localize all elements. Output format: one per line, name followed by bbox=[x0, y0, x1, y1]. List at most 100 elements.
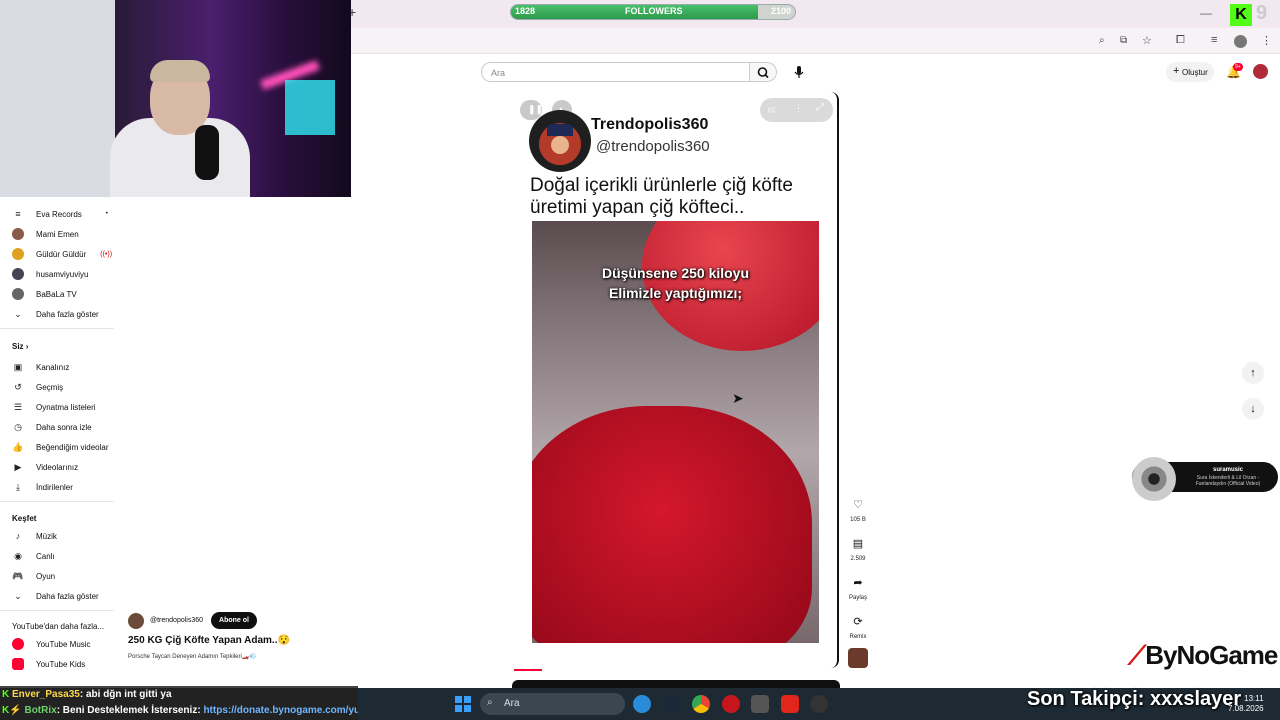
taskbar-search[interactable]: ⌕ Ara bbox=[480, 693, 625, 715]
divider bbox=[0, 501, 114, 502]
channel-avatar[interactable] bbox=[128, 612, 144, 629]
like-count: 105 B bbox=[850, 517, 866, 523]
reading-list-icon[interactable]: ≡ bbox=[1211, 34, 1217, 46]
trendopolis-logo bbox=[529, 110, 591, 172]
more-from-youtube-header: YouTube'dan daha fazla... bbox=[12, 622, 105, 631]
youtube-kids-icon bbox=[12, 658, 24, 670]
sidebar-item-your-channel[interactable]: ▣ Kanalınız bbox=[12, 359, 70, 375]
more-options-icon[interactable]: ⋮ bbox=[794, 103, 803, 114]
download-icon: ⤓ bbox=[16, 481, 20, 492]
captions-icon[interactable]: ㏄ bbox=[768, 104, 776, 115]
channel-avatar bbox=[12, 248, 24, 260]
video-progress-bar[interactable] bbox=[514, 669, 542, 671]
account-avatar[interactable] bbox=[1253, 64, 1268, 79]
arrow-down-icon: ↓ bbox=[1250, 403, 1256, 415]
vinyl-disc-icon bbox=[1132, 457, 1176, 501]
channel-avatar bbox=[12, 268, 24, 280]
followers-goal-bar: 1828 FOLLOWERS 2100 bbox=[510, 4, 796, 20]
clock-icon: ◷ bbox=[14, 421, 22, 432]
previous-video-button[interactable]: ↑ bbox=[1242, 362, 1264, 384]
chat-message: K Enver_Pasa35: abi dğn int gitti ya bbox=[2, 689, 172, 700]
profile-avatar[interactable] bbox=[1234, 35, 1247, 48]
related-video-link[interactable]: Porsche Taycan Deneyen Adamın Tepkileri🏎… bbox=[128, 653, 257, 660]
opera-icon[interactable] bbox=[722, 695, 740, 713]
sidebar-item-music[interactable]: ♪ Müzik bbox=[12, 528, 57, 544]
live-icon: ◉ bbox=[14, 550, 22, 561]
channel-handle[interactable]: @trendopolis360 bbox=[150, 617, 203, 624]
followers-goal: 2100 bbox=[770, 6, 791, 16]
remix-label: Remix bbox=[849, 634, 867, 640]
app-icon[interactable] bbox=[781, 695, 799, 713]
remix-button[interactable]: ⟳ Remix bbox=[848, 611, 868, 641]
sidebar-item-babala-tv[interactable]: BaBaLa TV bbox=[12, 286, 77, 302]
bookmark-star-icon[interactable]: ☆ bbox=[1142, 34, 1152, 47]
sidebar-item-watch-later[interactable]: ◷ Daha sonra izle bbox=[12, 419, 92, 435]
post-caption: Doğal içerikli ürünlerle çiğ köfte üreti… bbox=[530, 175, 793, 218]
next-video-button[interactable]: ↓ bbox=[1242, 398, 1264, 420]
obs-window-icon[interactable] bbox=[751, 695, 769, 713]
chat-message: K⚡ BotRix: Beni Desteklemek İsterseniz: … bbox=[2, 705, 383, 716]
chrome-icon[interactable] bbox=[692, 695, 710, 713]
fullscreen-icon[interactable]: ⤢ bbox=[816, 102, 824, 113]
show-more-subscriptions[interactable]: ⌄ Daha fazla göster bbox=[12, 306, 98, 322]
sidebar-item-your-videos[interactable]: ▶ Videolarınız bbox=[12, 459, 79, 475]
search-icon: ⌕ bbox=[487, 697, 493, 708]
sidebar-item-liked-videos[interactable]: 👍 Beğendiğim videolar bbox=[12, 439, 108, 455]
zoom-icon[interactable]: ⌕ bbox=[1099, 35, 1105, 46]
channel-avatar bbox=[12, 228, 24, 240]
notification-count-badge: 9+ bbox=[1233, 63, 1243, 71]
sidebar-item-eva-records[interactable]: ≡ Eva Records • bbox=[12, 206, 108, 222]
sidebar-item-playlists[interactable]: ☰ Oynatma listeleri bbox=[12, 399, 96, 415]
last-follower-text: Son Takipçi: xxxslayer bbox=[1027, 688, 1242, 710]
divider bbox=[0, 328, 114, 329]
obs-icon[interactable] bbox=[810, 695, 828, 713]
plus-icon: + bbox=[1173, 65, 1180, 77]
followers-current: 1828 bbox=[515, 6, 536, 16]
share-button[interactable]: ➦ Paylaş bbox=[848, 572, 868, 602]
like-icon: 👍 bbox=[12, 441, 24, 452]
create-label: Oluştur bbox=[1182, 68, 1208, 77]
bynogame-mark-icon: ⟋ bbox=[1128, 640, 1146, 670]
sidebar-item-guldur-guldur[interactable]: Güldür Güldür ((•)) bbox=[12, 246, 112, 262]
comments-button[interactable]: ▤ 2.509 bbox=[848, 533, 868, 563]
new-content-dot: • bbox=[105, 211, 108, 217]
voice-search-button[interactable] bbox=[789, 62, 809, 82]
subscribe-button[interactable]: Abone ol bbox=[211, 612, 257, 629]
search-button[interactable] bbox=[750, 62, 777, 82]
extensions-icon[interactable]: ⧠ bbox=[1176, 34, 1185, 47]
search-input[interactable]: Ara bbox=[481, 62, 750, 82]
sidebar-item-gaming[interactable]: 🎮 Oyun bbox=[12, 568, 55, 584]
windows-start-icon[interactable] bbox=[455, 696, 471, 712]
system-clock[interactable]: 13:11 7.08.2026 bbox=[1228, 694, 1264, 714]
player-controls: ㏄ ⋮ ⤢ bbox=[760, 98, 833, 122]
edge-icon[interactable] bbox=[633, 695, 651, 713]
sidebar-item-youtube-music[interactable]: YouTube Music bbox=[12, 636, 91, 652]
share-icon: ➦ bbox=[853, 576, 863, 589]
create-button[interactable]: + Oluştur bbox=[1166, 62, 1214, 82]
live-icon: ((•)) bbox=[100, 250, 113, 258]
video-title[interactable]: 250 KG Çiğ Köfte Yapan Adam..😯 bbox=[128, 635, 290, 646]
next-video-preview[interactable] bbox=[512, 680, 840, 688]
remix-icon: ⟳ bbox=[853, 615, 863, 628]
bot-badge-icon: ⚡ bbox=[9, 705, 22, 716]
sidebar-item-history[interactable]: ↺ Geçmiş bbox=[12, 379, 63, 395]
sidebar-item-downloads[interactable]: ⤓ İndirilenler bbox=[12, 479, 73, 495]
sound-thumbnail[interactable] bbox=[848, 648, 868, 668]
sidebar-item-youtube-kids[interactable]: YouTube Kids bbox=[12, 656, 85, 672]
music-artist: suramusic bbox=[1212, 467, 1243, 473]
mouse-cursor-icon: ➤ bbox=[732, 390, 744, 406]
chevron-down-icon: ⌄ bbox=[14, 590, 22, 601]
sidebar-item-mami-emen[interactable]: Mami Emen bbox=[12, 226, 79, 242]
video-overlay-text: Düşünsene 250 kiloyu Elimizle yaptığımız… bbox=[601, 265, 750, 301]
steam-icon[interactable] bbox=[662, 695, 680, 713]
sidebar-item-live[interactable]: ◉ Canlı bbox=[12, 548, 55, 564]
webcam-overlay bbox=[0, 0, 351, 197]
minimize-icon[interactable]: — bbox=[1200, 6, 1212, 20]
install-app-icon[interactable]: ⧉ bbox=[1120, 35, 1127, 46]
browser-menu-icon[interactable]: ⋮ bbox=[1261, 34, 1272, 47]
sidebar-item-husamviyuviyu[interactable]: husamviyuviyu bbox=[12, 266, 88, 282]
like-button[interactable]: ♡ 105 B bbox=[848, 494, 868, 524]
you-section-header[interactable]: Siz › bbox=[12, 342, 28, 351]
gaming-icon: 🎮 bbox=[12, 570, 24, 581]
show-more-explore[interactable]: ⌄ Daha fazla göster bbox=[12, 588, 98, 604]
